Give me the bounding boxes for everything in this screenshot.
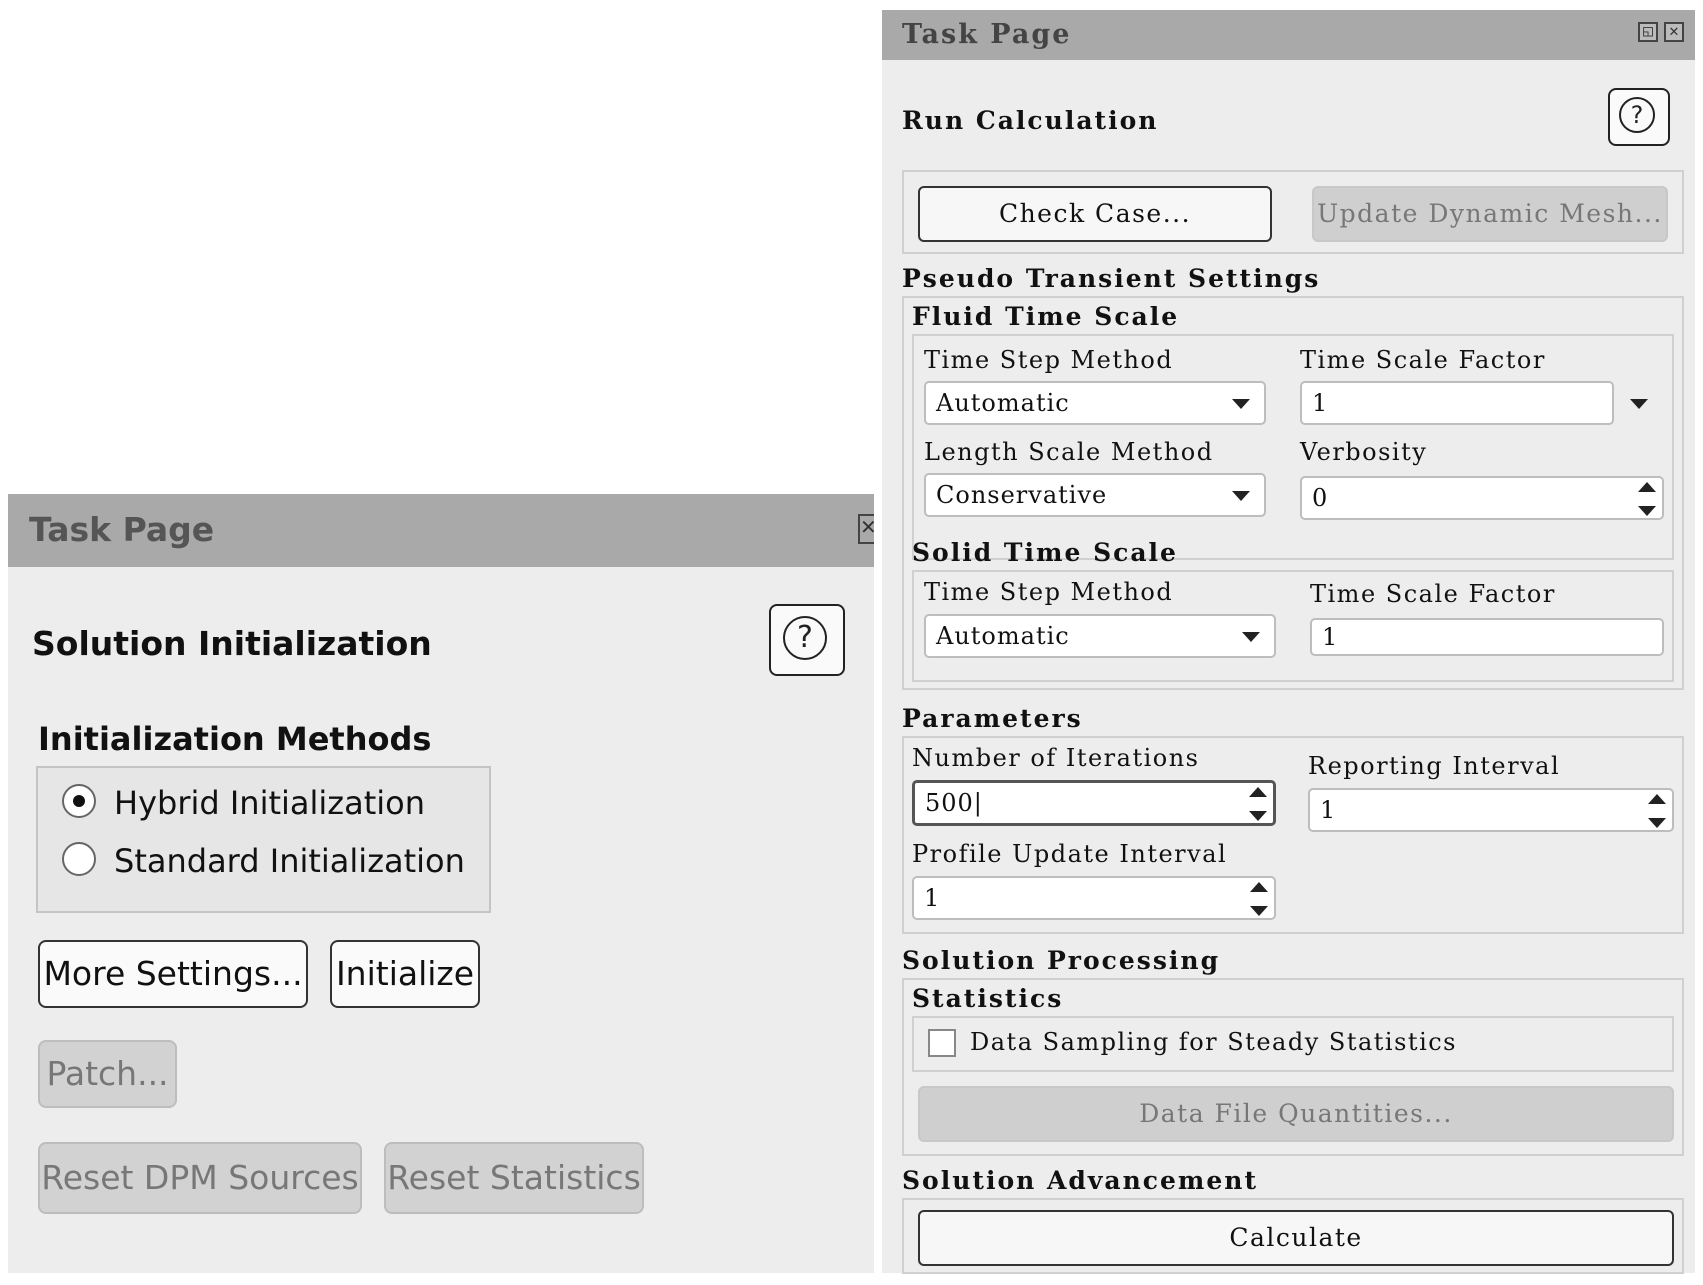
right-task-page-titlebar: Task Page ◱ ✕ (882, 10, 1695, 60)
patch-button[interactable]: Patch... (38, 1040, 177, 1108)
length-scale-method-dropdown[interactable]: Conservative (924, 473, 1266, 517)
profile-update-interval-label: Profile Update Interval (912, 840, 1228, 868)
reporting-interval-label: Reporting Interval (1308, 752, 1561, 780)
spin-arrows-icon[interactable] (1648, 794, 1666, 828)
help-button[interactable]: ? (1608, 88, 1670, 146)
reporting-interval-stepper[interactable]: 1 (1308, 788, 1674, 832)
spin-arrows-icon[interactable] (1638, 482, 1656, 516)
data-file-quantities-button[interactable]: Data File Quantities... (918, 1086, 1674, 1142)
run-calculation-panel: Task Page ◱ ✕ Run Calculation ? Check Ca… (882, 10, 1695, 1274)
run-calculation-title: Run Calculation (902, 106, 1159, 135)
reset-statistics-button[interactable]: Reset Statistics (384, 1142, 644, 1214)
solid-time-scale-factor-input[interactable]: 1 (1310, 618, 1664, 656)
fluid-time-scale-factor-input[interactable]: 1 (1300, 381, 1614, 425)
chevron-down-icon (1242, 632, 1260, 642)
right-task-page-title: Task Page (902, 19, 1072, 50)
fluid-time-step-method-dropdown[interactable]: Automatic (924, 381, 1266, 425)
initialization-methods-heading: Initialization Methods (38, 720, 432, 758)
fluid-time-scale-heading: Fluid Time Scale (912, 302, 1180, 331)
stepper-value: 500| (925, 789, 983, 817)
fluid-time-step-method-label: Time Step Method (924, 346, 1174, 374)
dropdown-value: Automatic (936, 389, 1070, 417)
close-icon[interactable]: ✕ (858, 514, 874, 544)
solid-time-step-method-dropdown[interactable]: Automatic (924, 614, 1276, 658)
solution-initialization-panel: Task Page ✕ Solution Initialization ? In… (8, 494, 874, 1273)
initialization-methods-group: Hybrid Initialization Standard Initializ… (36, 766, 491, 913)
undock-icon[interactable]: ◱ (1638, 22, 1658, 42)
radio-button-selected[interactable] (62, 784, 96, 818)
number-of-iterations-label: Number of Iterations (912, 744, 1200, 772)
initialize-button[interactable]: Initialize (330, 940, 480, 1008)
help-icon: ? (783, 616, 827, 660)
stepper-value: 1 (1320, 796, 1337, 824)
spin-arrows-icon[interactable] (1250, 882, 1268, 916)
left-task-page-title: Task Page (29, 510, 215, 549)
chevron-down-icon[interactable] (1630, 399, 1648, 409)
spin-arrows-icon[interactable] (1249, 787, 1267, 821)
statistics-heading: Statistics (912, 984, 1064, 1013)
close-icon[interactable]: ✕ (1664, 22, 1684, 42)
data-sampling-checkbox[interactable] (928, 1029, 956, 1057)
solution-initialization-title: Solution Initialization (32, 624, 432, 663)
radio-label: Hybrid Initialization (114, 784, 425, 822)
help-button[interactable]: ? (769, 604, 845, 676)
left-task-page-titlebar: Task Page ✕ (8, 494, 874, 567)
verbosity-label: Verbosity (1300, 438, 1428, 466)
fluid-time-scale-factor-label: Time Scale Factor (1300, 346, 1546, 374)
chevron-down-icon (1232, 399, 1250, 409)
data-sampling-label: Data Sampling for Steady Statistics (970, 1028, 1457, 1056)
dropdown-value: Automatic (936, 622, 1070, 650)
calculate-button[interactable]: Calculate (918, 1210, 1674, 1266)
number-of-iterations-stepper[interactable]: 500| (912, 780, 1276, 826)
stepper-value: 1 (924, 884, 941, 912)
solution-processing-heading: Solution Processing (902, 946, 1221, 975)
solid-time-scale-heading: Solid Time Scale (912, 538, 1178, 567)
stepper-value: 0 (1312, 484, 1329, 512)
pseudo-transient-settings-heading: Pseudo Transient Settings (902, 264, 1321, 293)
radio-button[interactable] (62, 842, 96, 876)
solid-time-scale-factor-label: Time Scale Factor (1310, 580, 1556, 608)
length-scale-method-label: Length Scale Method (924, 438, 1214, 466)
parameters-heading: Parameters (902, 704, 1083, 733)
solution-advancement-heading: Solution Advancement (902, 1166, 1258, 1195)
solid-time-step-method-label: Time Step Method (924, 578, 1174, 606)
radio-label: Standard Initialization (114, 842, 465, 880)
help-icon: ? (1619, 97, 1655, 133)
profile-update-interval-stepper[interactable]: 1 (912, 876, 1276, 920)
more-settings-button[interactable]: More Settings... (38, 940, 308, 1008)
chevron-down-icon (1232, 491, 1250, 501)
verbosity-stepper[interactable]: 0 (1300, 476, 1664, 520)
update-dynamic-mesh-button[interactable]: Update Dynamic Mesh... (1312, 186, 1668, 242)
check-case-button[interactable]: Check Case... (918, 186, 1272, 242)
reset-dpm-sources-button[interactable]: Reset DPM Sources (38, 1142, 362, 1214)
dropdown-value: Conservative (936, 481, 1108, 509)
